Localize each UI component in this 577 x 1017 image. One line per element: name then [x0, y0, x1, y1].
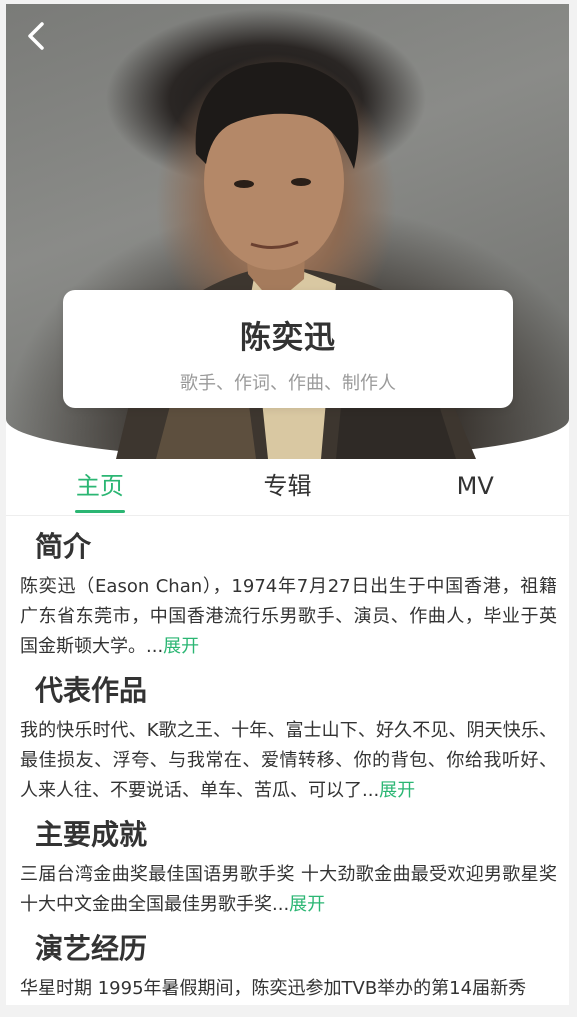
artist-name: 陈奕迅 — [240, 320, 336, 356]
back-button[interactable] — [18, 18, 54, 54]
expand-link[interactable]: 展开 — [379, 780, 415, 801]
section-career: 演艺经历 华星时期 1995年暑假期间，陈奕迅参加TVB举办的第14届新秀 — [20, 924, 557, 1004]
artist-page: 陈奕迅 歌手、作词、作曲、制作人 主页 专辑 MV 简介 陈奕迅（Eason C… — [6, 4, 569, 1005]
artist-info-card: 陈奕迅 歌手、作词、作曲、制作人 — [63, 290, 513, 408]
tab-albums[interactable]: 专辑 — [194, 459, 382, 515]
section-body: 华星时期 1995年暑假期间，陈奕迅参加TVB举办的第14届新秀 — [20, 974, 557, 1004]
section-title: 主要成就 — [35, 818, 148, 851]
artist-roles: 歌手、作词、作曲、制作人 — [180, 373, 396, 394]
section-works: 代表作品 我的快乐时代、K歌之王、十年、富士山下、好久不见、阴天快乐、最佳损友、… — [20, 666, 557, 806]
career-text: 华星时期 1995年暑假期间，陈奕迅参加TVB举办的第14届新秀 — [20, 978, 527, 999]
intro-text: 陈奕迅（Eason Chan），1974年7月27日出生于中国香港，祖籍广东省东… — [20, 576, 557, 657]
chevron-left-icon — [28, 22, 44, 50]
section-title: 代表作品 — [35, 674, 148, 707]
section-title: 演艺经历 — [35, 932, 148, 965]
section-body: 陈奕迅（Eason Chan），1974年7月27日出生于中国香港，祖籍广东省东… — [20, 572, 557, 662]
tab-home[interactable]: 主页 — [6, 459, 194, 515]
artist-hero-photo: 陈奕迅 歌手、作词、作曲、制作人 — [6, 4, 569, 459]
expand-link[interactable]: 展开 — [289, 894, 325, 915]
tab-mv[interactable]: MV — [381, 459, 569, 515]
tab-bar: 主页 专辑 MV — [6, 459, 569, 516]
section-intro: 简介 陈奕迅（Eason Chan），1974年7月27日出生于中国香港，祖籍广… — [20, 522, 557, 662]
section-title: 简介 — [35, 530, 92, 563]
section-achievements: 主要成就 三届台湾金曲奖最佳国语男歌手奖 十大劲歌金曲最受欢迎男歌星奖 十大中文… — [20, 810, 557, 920]
section-body: 三届台湾金曲奖最佳国语男歌手奖 十大劲歌金曲最受欢迎男歌星奖 十大中文金曲全国最… — [20, 860, 557, 920]
works-text: 我的快乐时代、K歌之王、十年、富士山下、好久不见、阴天快乐、最佳损友、浮夸、与我… — [20, 720, 557, 801]
section-body: 我的快乐时代、K歌之王、十年、富士山下、好久不见、阴天快乐、最佳损友、浮夸、与我… — [20, 716, 557, 806]
home-content: 简介 陈奕迅（Eason Chan），1974年7月27日出生于中国香港，祖籍广… — [20, 522, 557, 1005]
expand-link[interactable]: 展开 — [163, 636, 199, 657]
